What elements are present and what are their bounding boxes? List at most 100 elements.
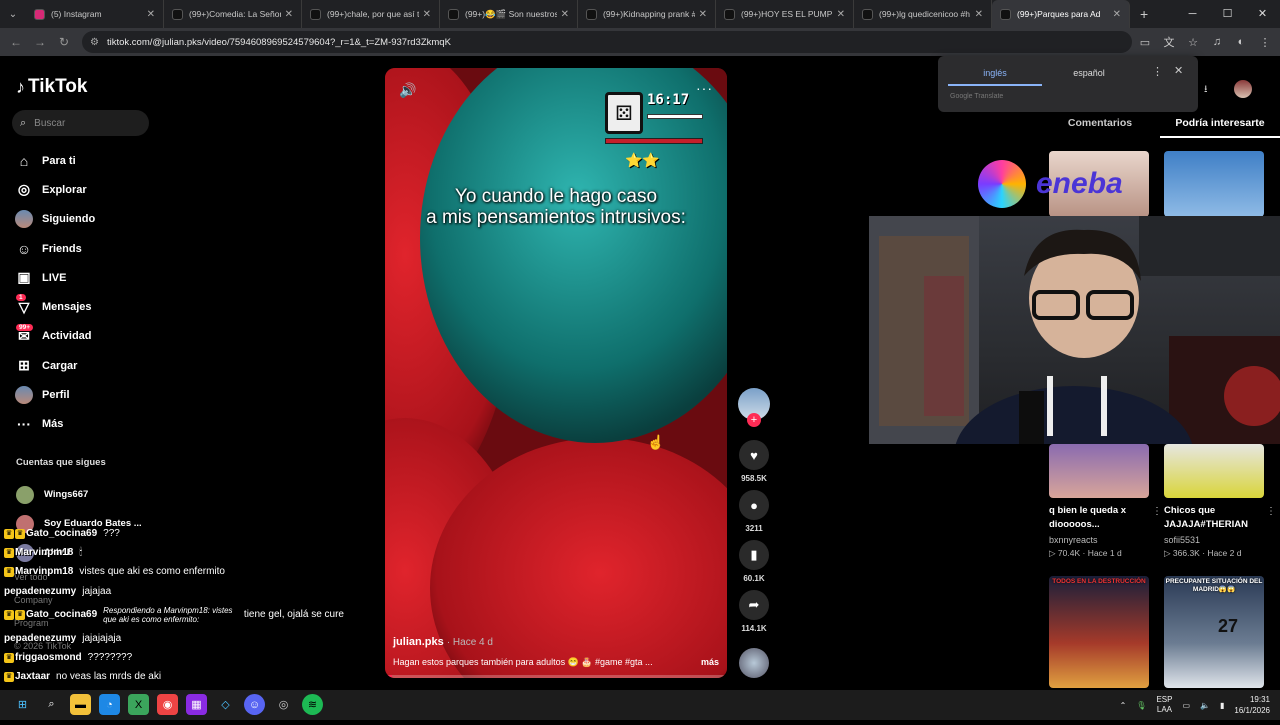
following-account[interactable]: Wings667 bbox=[16, 480, 142, 509]
browser-tab[interactable]: (99+)HOY ES EL PUMPEA ✕ bbox=[716, 0, 854, 28]
share-action[interactable]: ➦ 114.1K bbox=[736, 590, 772, 633]
translate-source-lang[interactable]: inglés bbox=[948, 62, 1042, 86]
author-name[interactable]: julian.pks bbox=[393, 636, 444, 648]
discord-icon[interactable]: ☺ bbox=[244, 694, 265, 715]
suggested-card-1[interactable]: q bien le queda x diooooos... bxnnyreact… bbox=[1049, 504, 1139, 559]
tab-close-icon[interactable]: ✕ bbox=[975, 9, 983, 20]
address-bar[interactable]: ⚙ tiktok.com/@julian.pks/video/759460896… bbox=[82, 31, 1132, 53]
follow-plus-icon[interactable]: + bbox=[747, 413, 761, 427]
close-window-icon[interactable]: ✕ bbox=[1245, 0, 1280, 28]
tab-search-dropdown[interactable]: ⌄ bbox=[0, 0, 26, 28]
like-action[interactable]: ♥ 958.5K bbox=[736, 440, 772, 483]
share-icon[interactable]: ➦ bbox=[739, 590, 769, 620]
edge-icon[interactable]: ◔ bbox=[99, 694, 120, 715]
taskbar-clock[interactable]: 19:31 16/1/2026 bbox=[1234, 694, 1270, 716]
windows-start-icon[interactable]: ⊞ bbox=[12, 694, 33, 715]
browser-tab[interactable]: (99+)Kidnapping prank # ✕ bbox=[578, 0, 716, 28]
search-taskbar-icon[interactable]: ⌕ bbox=[41, 694, 62, 715]
more-link[interactable]: más bbox=[701, 657, 719, 668]
reload-icon[interactable]: ↻ bbox=[52, 35, 76, 49]
battery-icon[interactable]: ▮ bbox=[1220, 701, 1224, 710]
bookmark-icon[interactable]: ▮ bbox=[739, 540, 769, 570]
new-tab-button[interactable]: + bbox=[1130, 6, 1158, 22]
sidebar-item-mensajes[interactable]: ▽ 1 Mensajes bbox=[14, 292, 164, 321]
tab-close-icon[interactable]: ✕ bbox=[699, 9, 707, 20]
browser-tab[interactable]: (99+)Parques para Ad ✕ bbox=[992, 0, 1130, 28]
sidebar-item-perfil[interactable]: Perfil bbox=[14, 380, 164, 409]
back-icon[interactable]: ← bbox=[4, 35, 28, 49]
excel-icon[interactable]: X bbox=[128, 694, 149, 715]
suggested-thumb-2[interactable] bbox=[1164, 151, 1264, 217]
card-menu-icon[interactable]: ⋮ bbox=[1152, 506, 1162, 517]
browser-tab[interactable]: (5) Instagram ✕ bbox=[26, 0, 164, 28]
browser-tab[interactable]: (99+)chale, por que así ta ✕ bbox=[302, 0, 440, 28]
sidebar-item-para-ti[interactable]: ⌂ Para ti bbox=[14, 146, 164, 175]
hud-dice-icon: ⚄ bbox=[605, 92, 643, 134]
search-input[interactable] bbox=[34, 117, 135, 129]
save-action[interactable]: ▮ 60.1K bbox=[736, 540, 772, 583]
translate-menu-icon[interactable]: ⋮ bbox=[1152, 65, 1163, 78]
user-avatar[interactable] bbox=[1234, 80, 1252, 98]
card-menu-icon[interactable]: ⋮ bbox=[1266, 506, 1276, 517]
sidebar-item-cargar[interactable]: ⊞ Cargar bbox=[14, 351, 164, 380]
volume-tray-icon[interactable]: 🔈 bbox=[1200, 701, 1210, 710]
heart-icon[interactable]: ♥ bbox=[739, 440, 769, 470]
browser-tab[interactable]: (99+)lg quedicenicoo #h ✕ bbox=[854, 0, 992, 28]
search-box[interactable]: ⌕ bbox=[12, 110, 149, 136]
url-text[interactable]: tiktok.com/@julian.pks/video/75946089695… bbox=[107, 37, 451, 48]
browser-tab[interactable]: (99+)😂🎬 Son nuestros ✕ bbox=[440, 0, 578, 28]
keyboard-language[interactable]: ESP LAA bbox=[1156, 695, 1172, 715]
sidebar-item-explorar[interactable]: ◎ Explorar bbox=[14, 175, 164, 204]
tab-close-icon[interactable]: ✕ bbox=[561, 9, 569, 20]
tiktok-logo[interactable]: ♪ TikTok bbox=[16, 76, 87, 98]
comment-action[interactable]: ● 3211 bbox=[736, 490, 772, 533]
tab-close-icon[interactable]: ✕ bbox=[1113, 9, 1121, 20]
vscode-icon[interactable]: ◇ bbox=[215, 694, 236, 715]
sidebar-item-friends[interactable]: ☺ Friends bbox=[14, 234, 164, 263]
menu-icon[interactable]: ⋮ bbox=[1256, 36, 1274, 49]
cast-icon[interactable]: ▭ bbox=[1136, 36, 1154, 49]
tab-comments[interactable]: Comentarios bbox=[1040, 112, 1160, 138]
translate-target-lang[interactable]: español bbox=[1042, 62, 1136, 86]
suggested-card-2[interactable]: Chicos que JAJAJA#THERIAN sofii5531 ▷ 36… bbox=[1164, 504, 1254, 559]
file-explorer-icon[interactable]: ▬ bbox=[70, 694, 91, 715]
spotify-icon[interactable]: ≋ bbox=[302, 694, 323, 715]
mic-icon[interactable]: 🎙 bbox=[1136, 701, 1146, 710]
tiktok-note-icon: ♪ bbox=[16, 76, 25, 97]
sidebar-item-live[interactable]: ▣ LIVE bbox=[14, 263, 164, 292]
creator-avatar[interactable]: + bbox=[738, 388, 770, 427]
tab-close-icon[interactable]: ✕ bbox=[285, 9, 293, 20]
suggested-thumb-3[interactable] bbox=[1049, 444, 1149, 498]
download-icon[interactable]: ⭳ bbox=[1204, 82, 1208, 99]
browser-tab[interactable]: (99+)Comedia: La Señora ✕ bbox=[164, 0, 302, 28]
suggested-thumb-5[interactable]: TODOS EN LA DESTRUCCIÓN bbox=[1049, 576, 1149, 688]
translate-icon[interactable]: 文 bbox=[1160, 34, 1178, 50]
video-player[interactable]: 🔊 ··· ⚄ 16:17 ⭐⭐ Yo cuando le hago caso … bbox=[385, 68, 727, 678]
extension-icon[interactable]: ◐ bbox=[1232, 36, 1250, 48]
suggested-thumb-4[interactable] bbox=[1164, 444, 1264, 498]
tab-suggested[interactable]: Podría interesarte bbox=[1160, 112, 1280, 138]
tab-close-icon[interactable]: ✕ bbox=[837, 9, 845, 20]
comment-icon[interactable]: ● bbox=[739, 490, 769, 520]
sidebar-item-actividad[interactable]: ✉ 99+ Actividad bbox=[14, 322, 164, 351]
minimize-icon[interactable]: ─ bbox=[1175, 0, 1210, 28]
forward-icon[interactable]: → bbox=[28, 35, 52, 49]
bookmark-star-icon[interactable]: ☆ bbox=[1184, 36, 1202, 49]
app-icon[interactable]: ▦ bbox=[186, 694, 207, 715]
chrome-icon[interactable]: ◉ bbox=[157, 694, 178, 715]
obs-icon[interactable]: ◎ bbox=[273, 694, 294, 715]
maximize-icon[interactable]: ☐ bbox=[1210, 0, 1245, 28]
volume-icon[interactable]: 🔊 bbox=[399, 82, 416, 99]
tab-close-icon[interactable]: ✕ bbox=[423, 9, 431, 20]
network-icon[interactable]: ▭ bbox=[1182, 701, 1190, 710]
video-progress-bar[interactable] bbox=[385, 675, 727, 678]
sidebar-item-siguiendo[interactable]: Siguiendo bbox=[14, 205, 164, 234]
tray-chevron-icon[interactable]: ⌃ bbox=[1120, 701, 1127, 710]
suggested-thumb-6[interactable]: PRECUPANTE SITUACIÓN DEL MADRID😱😱 27 bbox=[1164, 576, 1264, 688]
site-info-icon[interactable]: ⚙ bbox=[90, 37, 99, 48]
translate-close-icon[interactable]: ✕ bbox=[1174, 64, 1183, 77]
media-icon[interactable]: ♫ bbox=[1208, 36, 1226, 48]
sidebar-item-más[interactable]: ··· Más bbox=[14, 410, 164, 439]
sound-disc[interactable] bbox=[739, 648, 769, 678]
tab-close-icon[interactable]: ✕ bbox=[147, 9, 155, 20]
